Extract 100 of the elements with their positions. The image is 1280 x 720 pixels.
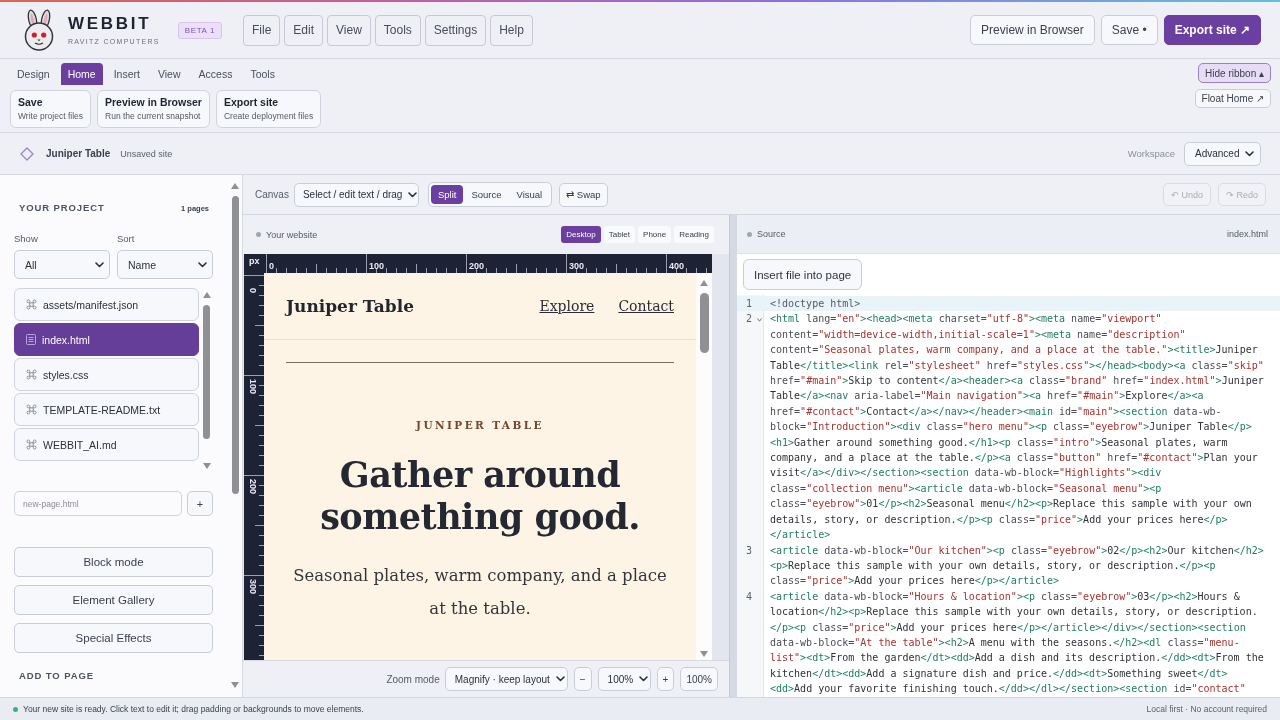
scroll-down-icon[interactable]	[700, 651, 708, 657]
primary-button[interactable]: Export site ↗	[1163, 15, 1261, 45]
dropdown-select[interactable]: Magnify · keep layout	[444, 667, 568, 691]
device-tab[interactable]: Reading	[674, 226, 714, 243]
chevron-down-icon	[95, 261, 104, 268]
device-tab[interactable]: Phone	[638, 226, 672, 243]
scroll-down-icon[interactable]	[202, 463, 211, 469]
ruler-unit-label: px	[248, 255, 261, 268]
line-number: 1	[737, 296, 764, 312]
add-page-button[interactable]: +	[187, 491, 213, 516]
ribbon-tab[interactable]: Insert	[106, 63, 147, 85]
file-list-item[interactable]: TEMPLATE-README.txt	[14, 393, 199, 426]
sidebar-tool-button[interactable]: Block mode	[14, 547, 213, 577]
header-button[interactable]: Preview in Browser	[970, 15, 1095, 45]
device-tab[interactable]: Tablet	[603, 226, 636, 243]
site-name: Juniper Table	[46, 148, 111, 159]
version-badge: BETA 1	[177, 21, 222, 39]
chevron-down-icon	[408, 191, 418, 198]
dropdown-select[interactable]: All	[14, 250, 110, 279]
command-key-icon	[26, 404, 37, 415]
ribbon-tab[interactable]: Access	[191, 63, 240, 85]
layout-mode-tab[interactable]: Source	[464, 185, 509, 204]
code-line: class="price">Add your prices here</p></article>	[769, 574, 1061, 589]
device-tab[interactable]: Desktop	[561, 226, 601, 243]
ruler-label: 400	[669, 261, 685, 272]
code-line: <article data-wb-block="Hours & location"><p class="eyebrow">03</p><h2>Hours &	[769, 589, 1241, 604]
site-title: Juniper Table	[286, 296, 414, 316]
ribbon-tab[interactable]: Design	[10, 63, 57, 85]
zoom-reset-button[interactable]: 100%	[680, 667, 718, 691]
code-line: data-wb-block="At the table"><h2>A menu with the seasons.</h2><dl class="menu-	[769, 635, 1241, 650]
status-dot-icon	[13, 706, 18, 712]
section-heading: YOUR PROJECT	[19, 202, 105, 214]
scroll-up-icon[interactable]	[700, 280, 708, 286]
save-status: Unsaved site	[120, 148, 173, 159]
section-heading: ADD TO PAGE	[18, 670, 95, 682]
ruler-label: 200	[469, 261, 485, 272]
code-line: location</h2><p>Replace this sample with your own details, story, or description.	[769, 605, 1259, 620]
ribbon-option-button[interactable]: Float Home ↗	[1194, 89, 1271, 108]
command-key-icon	[26, 299, 37, 310]
code-line: Table</title><link rel="stylesheet" href="styles.css"></head><body><a class="skip"	[769, 358, 1265, 373]
insert-file-button[interactable]: Insert file into page	[743, 259, 863, 290]
line-number: 4	[744, 589, 753, 604]
ribbon-command-button[interactable]: Export site Create deployment files	[215, 90, 322, 128]
command-key-icon	[26, 369, 37, 380]
workspace-label: Workspace	[1127, 148, 1175, 159]
file-list-item[interactable]: WEBBIT_AI.md	[14, 428, 199, 461]
ribbon-command-button[interactable]: Preview in Browser Run the current snapshot	[97, 90, 210, 128]
swap-button[interactable]: ⇄ Swap	[559, 182, 608, 207]
nav-link[interactable]: Contact	[618, 298, 674, 314]
code-line: visit</a></div></section><section data-wb-block="Highlights"><div	[769, 466, 1163, 481]
file-list-item[interactable]: index.html	[14, 323, 199, 356]
dropdown-select[interactable]: 100%	[597, 667, 651, 691]
nav-link[interactable]: Explore	[539, 298, 595, 314]
layout-mode-tab[interactable]: Visual	[509, 185, 550, 204]
bullet-dot-icon	[747, 231, 752, 237]
intro-text: Seasonal plates, warm company, and a place at the table.	[292, 565, 668, 620]
canvas-label: Canvas	[255, 189, 289, 200]
menu-button[interactable]: Edit	[284, 14, 323, 46]
splitter-handle[interactable]	[729, 215, 737, 697]
menu-button[interactable]: Settings	[424, 14, 487, 46]
code-line: <article data-wb-block="Our kitchen"><p class="eyebrow">02</p><h2>Our kitchen</h2>	[769, 543, 1265, 558]
scrollbar-thumb[interactable]	[203, 305, 210, 439]
sidebar-tool-button[interactable]: Element Gallery	[14, 585, 213, 615]
dropdown-select[interactable]: Name	[117, 250, 213, 279]
scrollbar-thumb[interactable]	[231, 196, 239, 494]
code-line: class="eyebrow">01</p><h2>Seasonal menu</h2><p>Replace this sample with your own	[769, 497, 1253, 512]
status-message: Your new site is ready. Click text to edit it; drag padding or backgrounds to move elements.	[23, 704, 364, 714]
ribbon-tab[interactable]: View	[150, 63, 188, 85]
file-list-item[interactable]: assets/manifest.json	[14, 288, 199, 321]
scroll-down-icon[interactable]	[231, 682, 239, 688]
header-button[interactable]: Save •	[1100, 15, 1158, 45]
chevron-down-icon	[555, 676, 565, 682]
menu-button[interactable]: File	[243, 14, 281, 46]
ruler-label: 100	[247, 379, 258, 395]
scroll-up-icon[interactable]	[231, 183, 239, 189]
menu-button[interactable]: Help	[490, 14, 533, 46]
new-page-field[interactable]: new-page.html	[14, 491, 182, 516]
status-note: Local first · No account required	[1146, 704, 1267, 714]
zoom-in-button[interactable]: +	[656, 667, 675, 691]
chevron-down-icon	[639, 676, 649, 682]
sidebar-tool-button[interactable]: Special Effects	[14, 623, 213, 653]
code-line: content="Seasonal plates, warm company, and a place at the table."><title>Juniper	[769, 343, 1259, 358]
layout-mode-tab[interactable]: Split	[430, 185, 464, 204]
code-line: company, and a place at the table.</p><a class="button" href="#contact">Plan your	[769, 451, 1259, 466]
dropdown-select[interactable]: Select / edit text / drag	[293, 182, 419, 207]
dropdown-select[interactable]: Advanced	[1184, 141, 1261, 166]
ruler-label: 0	[269, 261, 274, 272]
scrollbar-thumb[interactable]	[699, 293, 709, 353]
ruler-label: 300	[569, 261, 585, 272]
fold-toggle-icon[interactable]	[757, 318, 762, 323]
code-line: <html lang="en"><head><meta charset="utf-8"><meta name="viewport"	[769, 312, 1163, 327]
menu-button[interactable]: Tools	[374, 14, 421, 46]
ribbon-option-button[interactable]: Hide ribbon ▴	[1198, 63, 1271, 83]
scroll-up-icon[interactable]	[202, 292, 211, 298]
ribbon-command-button[interactable]: Save Write project files	[10, 90, 92, 128]
ribbon-tab[interactable]: Tools	[243, 63, 282, 85]
menu-button[interactable]: View	[327, 14, 371, 46]
ribbon-tab[interactable]: Home	[60, 63, 103, 85]
zoom-out-button[interactable]: −	[573, 667, 592, 691]
file-list-item[interactable]: styles.css	[14, 358, 199, 391]
